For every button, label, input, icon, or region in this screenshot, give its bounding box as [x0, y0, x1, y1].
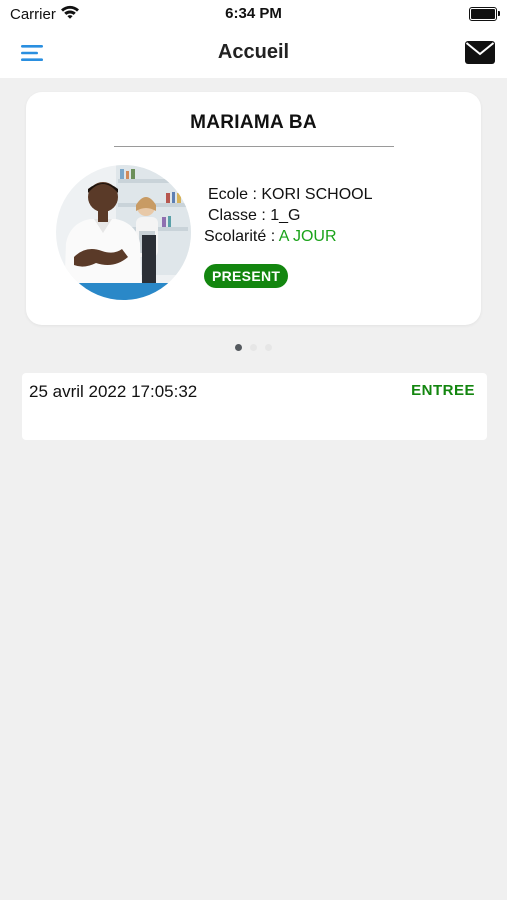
clock-time: 6:34 PM	[225, 5, 282, 22]
class-label: Classe : 1_G	[208, 207, 301, 224]
hamburger-menu-icon[interactable]	[20, 43, 44, 63]
page-indicator[interactable]	[0, 344, 507, 351]
page-dot-2[interactable]	[250, 344, 257, 351]
tuition-status: A JOUR	[278, 228, 337, 245]
navigation-bar: Accueil	[0, 28, 507, 78]
battery-icon	[469, 7, 500, 21]
avatar	[56, 165, 191, 300]
school-label: Ecole : KORI SCHOOL	[208, 186, 373, 203]
student-info: Ecole : KORI SCHOOL Classe : 1_G Scolari…	[204, 184, 373, 247]
divider	[114, 146, 394, 147]
status-bar: Carrier 6:34 PM	[0, 0, 507, 28]
presence-badge: PRESENT	[204, 264, 289, 288]
envelope-icon[interactable]	[465, 41, 495, 64]
entry-type: ENTREE	[411, 382, 475, 399]
student-name: MARIAMA BA	[190, 112, 317, 133]
page-dot-3[interactable]	[265, 344, 272, 351]
tuition-label: Scolarité :	[204, 228, 279, 245]
tuition-row: Scolarité : A JOUR	[204, 226, 373, 247]
entry-datetime: 25 avril 2022 17:05:32	[29, 382, 198, 401]
student-card[interactable]: MARIAMA BA Ecole: KORI SCHOOL Classe: …	[26, 92, 481, 325]
page-dot-1[interactable]	[235, 344, 242, 351]
list-item[interactable]: 25 avril 2022 17:05:32 ENTREE	[22, 373, 487, 440]
page-title: Accueil	[217, 41, 290, 63]
